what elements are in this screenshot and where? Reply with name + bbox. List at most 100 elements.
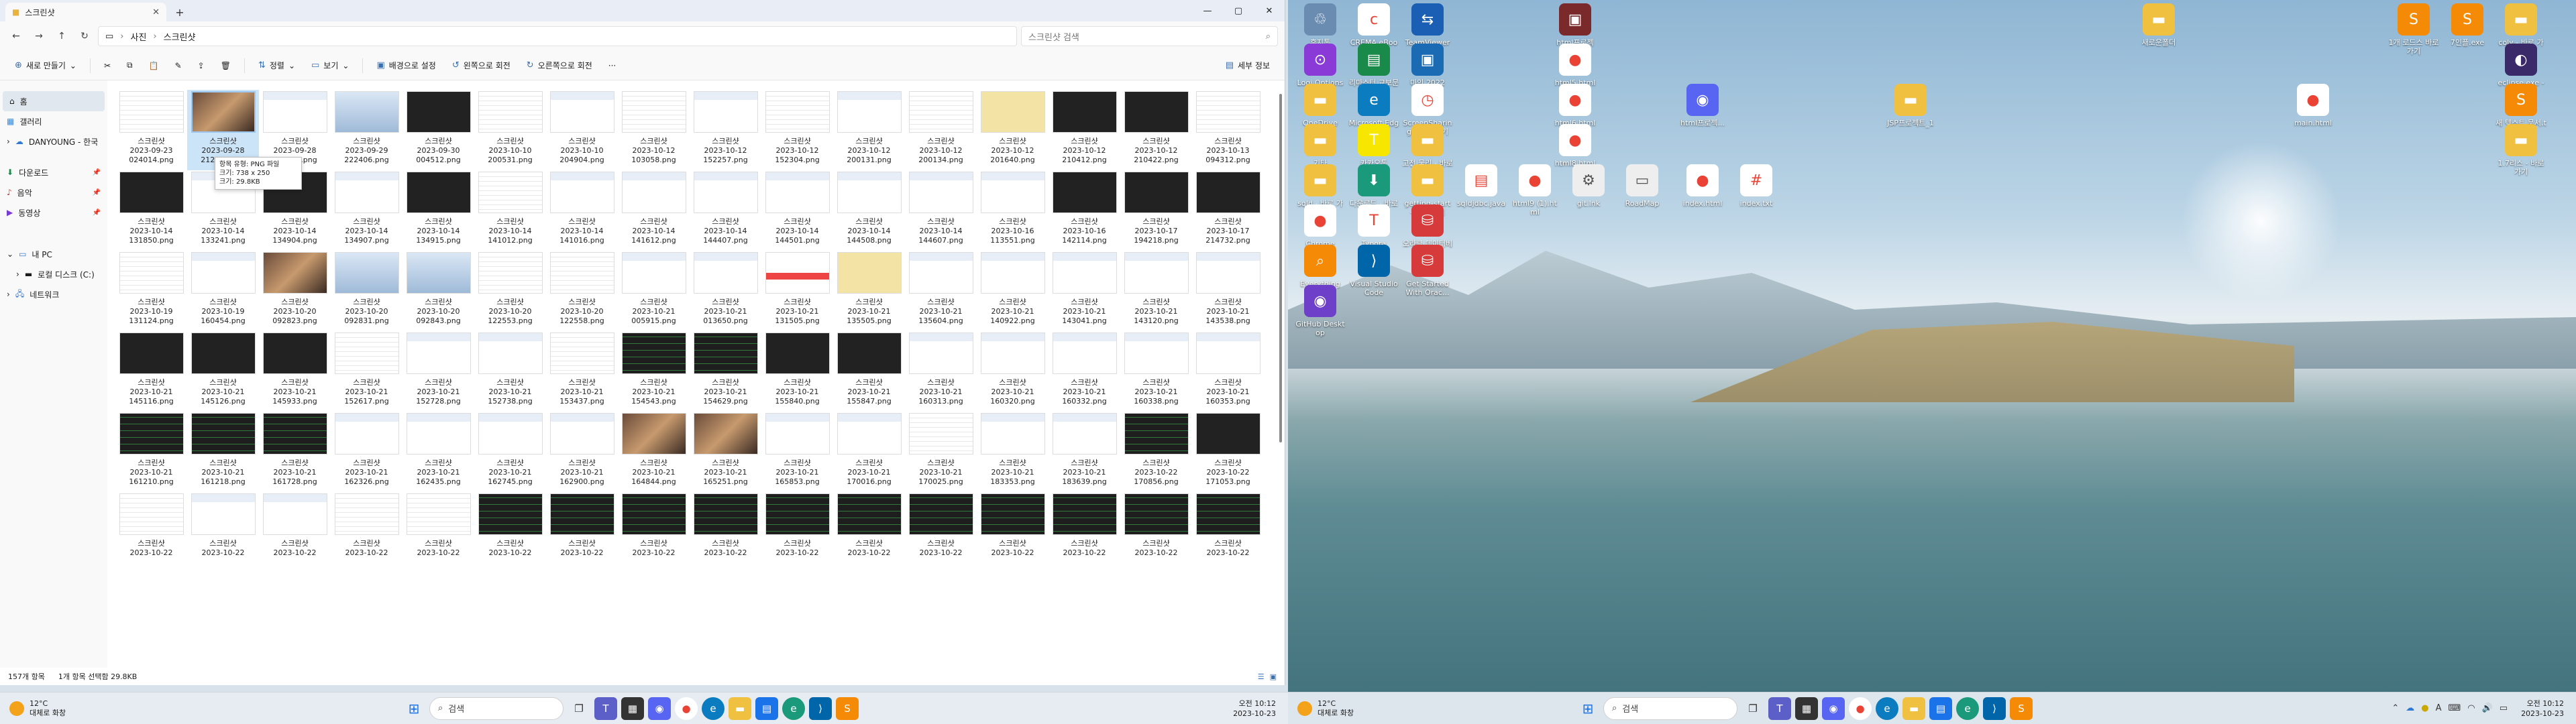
file-item[interactable]: 스크린샷 2023-10-21 160313.png [905,331,977,412]
desktop-icon[interactable]: ⚙ git.lnk [1563,164,1614,208]
file-item[interactable]: 스크린샷 2023-10-21 161210.png [115,412,187,492]
file-item[interactable]: 스크린샷 2023-10-22 [115,492,187,572]
edge-dev-icon[interactable]: e [1956,697,1979,720]
edge-icon[interactable]: e [702,697,724,720]
file-item[interactable]: 스크린샷 2023-10-10 200531.png [474,90,546,170]
desktop-icon[interactable]: S 1개 로드스 바로가기 [2388,3,2439,56]
volume-icon[interactable]: 🔊 [2482,703,2493,713]
desktop-icon[interactable]: ◉ GitHub Desktop [1295,285,1346,337]
file-item[interactable]: 스크린샷 2023-10-22 170856.png [1120,412,1192,492]
windows-start-icon[interactable]: ⊞ [402,697,425,720]
sidebar-item-music[interactable]: ♪ 음악 📌 [0,182,107,202]
file-item[interactable]: 스크린샷 2023-10-12 200134.png [905,90,977,170]
file-item[interactable]: 스크린샷 2023-10-14 134907.png [331,170,402,251]
file-item[interactable]: 스크린샷 2023-10-21 155840.png [761,331,833,412]
file-item[interactable]: 스크린샷 2023-10-19 160454.png [187,251,259,331]
file-item[interactable]: 스크린샷 2023-10-21 162326.png [331,412,402,492]
chrome-icon[interactable]: ● [675,697,698,720]
chat-icon[interactable]: ◉ [648,697,671,720]
file-item[interactable]: 스크린샷 2023-10-12 200131.png [833,90,905,170]
file-item[interactable]: 스크린샷 2023-10-22 [1049,492,1120,572]
sidebar-item-local-disk[interactable]: › ▬ 로컬 디스크 (C:) [0,264,107,284]
desktop-icon[interactable]: ⛁ Get Started With Orac... [1402,245,1453,297]
desktop-icon[interactable]: ▬ OneDrive [1295,84,1346,127]
file-item[interactable]: 스크린샷 2023-10-21 152728.png [402,331,474,412]
close-icon[interactable]: ✕ [1254,0,1285,21]
widgets-icon[interactable]: ▦ [621,697,644,720]
refresh-icon[interactable]: ↻ [75,27,94,46]
file-item[interactable]: 스크린샷 2023-10-22 [833,492,905,572]
file-item[interactable]: 스크린샷 2023-10-12 201640.png [977,90,1049,170]
set-background-button[interactable]: ▣ 배경으로 설정 [370,55,442,76]
widgets-icon[interactable]: ▦ [1795,697,1818,720]
maximize-icon[interactable]: ▢ [1223,0,1254,21]
file-item[interactable]: 스크린샷 2023-10-21 162435.png [402,412,474,492]
battery-icon[interactable]: ▭ [2500,703,2508,713]
file-item[interactable]: 스크린샷 2023-10-21 143538.png [1192,251,1264,331]
new-button[interactable]: ⊕ 새로 만들기 ⌄ [8,55,83,76]
breadcrumb-screenshots[interactable]: 스크린샷 [164,30,196,43]
file-item[interactable]: 스크린샷 2023-10-21 145126.png [187,331,259,412]
kakao-icon[interactable]: ● [2421,703,2428,713]
file-item[interactable]: 스크린샷 2023-10-22 [474,492,546,572]
sort-button[interactable]: ⇅ 정렬 ⌄ [252,55,302,76]
desktop-icon[interactable]: ▭ RoadMap [1617,164,1668,208]
wifi-icon[interactable]: ◠ [2467,703,2475,713]
file-item[interactable]: 스크린샷 2023-10-14 131850.png [115,170,187,251]
file-item[interactable]: 스크린샷 2023-10-21 135505.png [833,251,905,331]
desktop-icon[interactable]: ● html5.html [1550,44,1601,87]
file-item[interactable]: 스크린샷 2023-10-13 094312.png [1192,90,1264,170]
store-icon[interactable]: ▤ [755,697,778,720]
copy-icon[interactable]: ⧉ [120,55,140,76]
edge-dev-icon[interactable]: e [782,697,805,720]
clock[interactable]: 오전 10:12 2023-10-23 [1233,699,1288,719]
file-item[interactable]: 스크린샷 2023-10-17 194218.png [1120,170,1192,251]
file-item[interactable]: 스크린샷 2023-10-21 170016.png [833,412,905,492]
file-item[interactable]: 스크린샷 2023-10-20 092843.png [402,251,474,331]
rotate-right-button[interactable]: ↻ 오른쪽으로 회전 [520,55,599,76]
file-item[interactable]: 스크린샷 2023-10-22 [690,492,761,572]
file-item[interactable]: 스크린샷 2023-10-12 152304.png [761,90,833,170]
file-item[interactable]: 스크린샷 2023-10-21 155847.png [833,331,905,412]
delete-icon[interactable]: 🗑 [214,55,237,76]
new-tab-button[interactable]: + [170,3,189,21]
file-item[interactable]: 스크린샷 2023-10-21 183353.png [977,412,1049,492]
store-icon[interactable]: ▤ [1929,697,1952,720]
chrome-icon[interactable]: ● [1849,697,1872,720]
sidebar-item-home[interactable]: ⌂ 홈 [3,91,105,111]
sidebar-item-network[interactable]: › 🖧 네트워크 [0,284,107,304]
file-item[interactable]: 스크린샷 2023-10-21 154629.png [690,331,761,412]
teams-icon[interactable]: T [594,697,617,720]
taskbar-search[interactable]: ⌕ 검색 [1603,697,1737,720]
sublime-icon[interactable]: S [836,697,859,720]
sidebar-item-this-pc[interactable]: ⌄ ▭ 내 PC [0,244,107,264]
sidebar-item-downloads[interactable]: ⬇ 다운로드 📌 [0,162,107,182]
keyboard-icon[interactable]: ⌨ [2448,703,2461,713]
sidebar-item-onedrive[interactable]: › ☁ DANYOUNG - 한국 [0,131,107,152]
search-input[interactable]: 스크린샷 검색 ⌕ [1021,26,1278,46]
file-item[interactable]: 스크린샷 2023-10-21 162745.png [474,412,546,492]
file-item[interactable]: 스크린샷 2023-10-22 [761,492,833,572]
scroll-thumb[interactable] [1279,94,1282,442]
file-item[interactable]: 스크린샷 2023-10-21 145116.png [115,331,187,412]
task-view-icon[interactable]: ❐ [1741,697,1764,720]
desktop-icon[interactable]: ● html6.html [1550,84,1601,127]
file-explorer-icon[interactable]: ▬ [1902,697,1925,720]
file-item[interactable]: 스크린샷 2023-10-21 140922.png [977,251,1049,331]
file-item[interactable]: 스크린샷 2023-10-21 160338.png [1120,331,1192,412]
desktop-icon[interactable]: ⌕ Everything [1295,245,1346,288]
file-item[interactable]: 스크린샷 2023-10-10 204904.png [546,90,618,170]
forward-icon[interactable]: → [30,27,48,46]
up-icon[interactable]: ↑ [52,27,71,46]
clock[interactable]: 오전 10:12 2023-10-23 [2521,699,2576,719]
file-item[interactable]: 스크린샷 2023-10-21 135604.png [905,251,977,331]
file-item[interactable]: 스크린샷 2023-10-12 210422.png [1120,90,1192,170]
file-item[interactable]: 스크린샷 2023-10-21 160353.png [1192,331,1264,412]
sublime-icon[interactable]: S [2010,697,2033,720]
taskbar-search[interactable]: ⌕ 검색 [429,697,564,720]
file-item[interactable]: 스크린샷 2023-10-14 141016.png [546,170,618,251]
file-item[interactable]: 스크린샷 2023-10-21 162900.png [546,412,618,492]
desktop-icon[interactable]: ▣ 마인 2022 [1402,44,1453,87]
desktop-icon[interactable]: ● Chrome [1295,204,1346,248]
list-view-icon[interactable]: ☰ [1258,672,1265,681]
